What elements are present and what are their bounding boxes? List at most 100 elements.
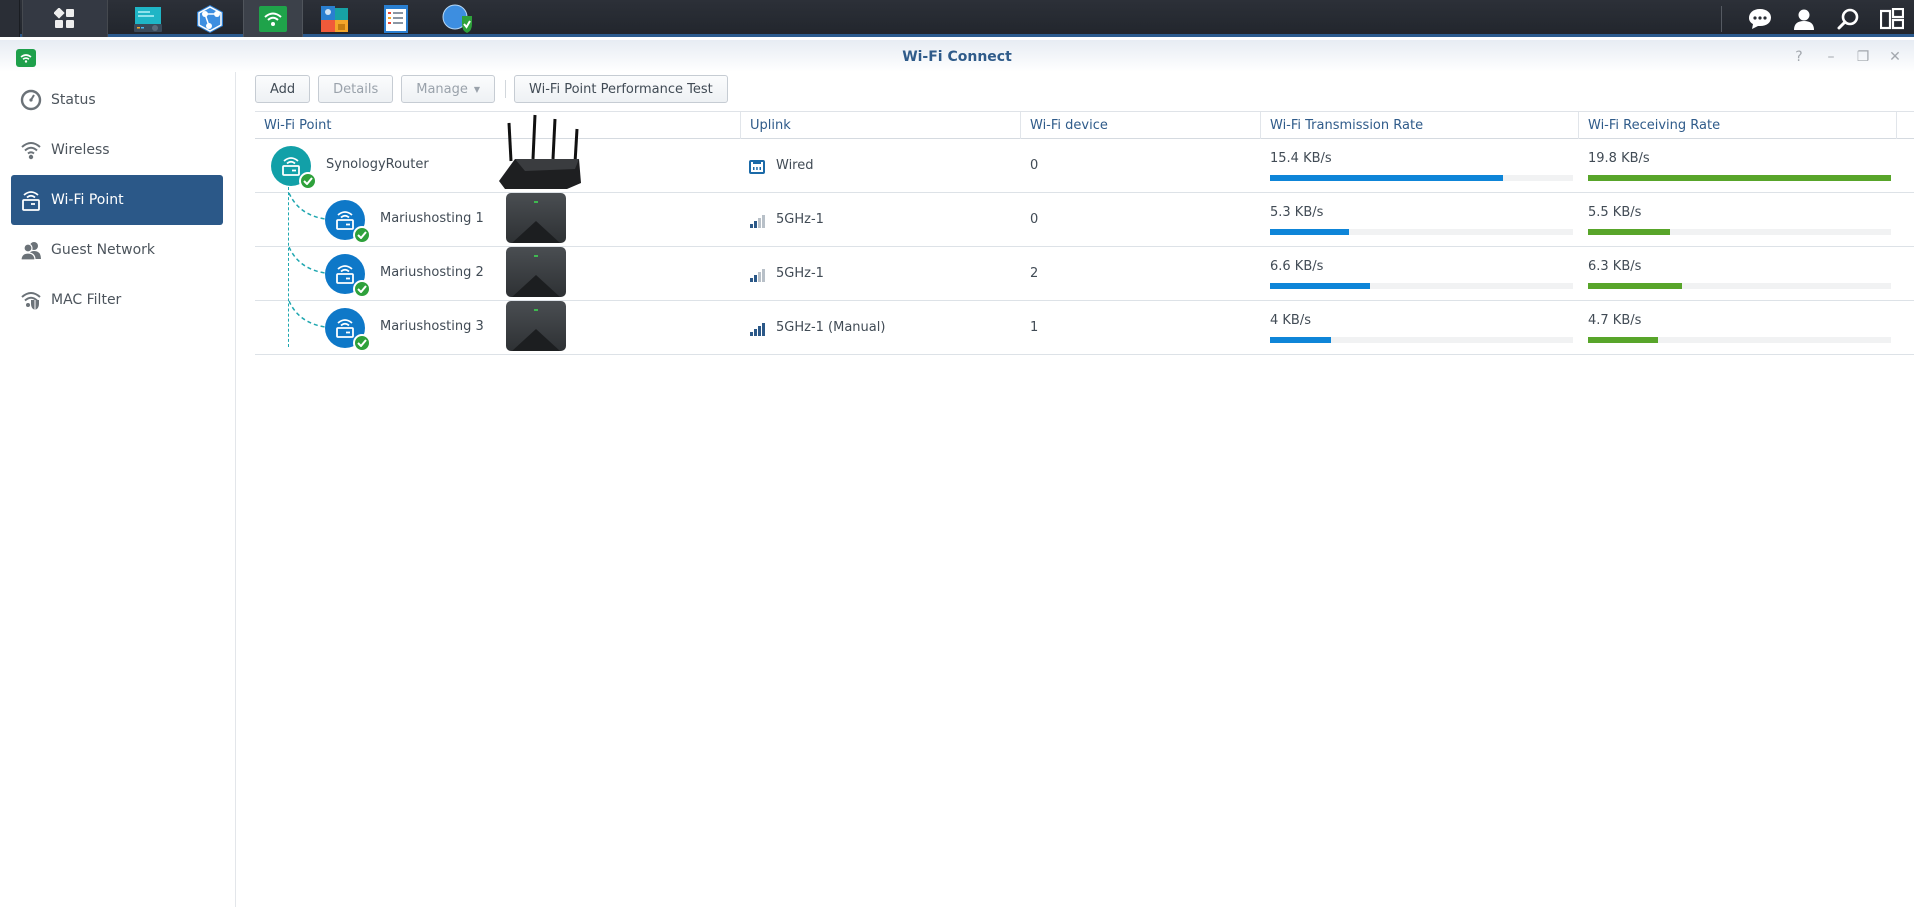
user-button[interactable] [1782, 0, 1826, 37]
uplink-value: 5GHz-1 (Manual) [776, 320, 886, 335]
taskbar-app-log-center[interactable] [366, 0, 426, 37]
close-button[interactable]: ✕ [1886, 49, 1904, 65]
details-button[interactable]: Details [318, 75, 394, 103]
performance-test-button[interactable]: Wi-Fi Point Performance Test [514, 75, 728, 103]
column-header-tx-rate[interactable]: Wi-Fi Transmission Rate [1261, 112, 1579, 139]
minimize-icon: – [1827, 49, 1835, 65]
window-header: Wi-Fi Connect ? – ❐ ✕ [0, 40, 1914, 72]
wifi-point-node-icon [325, 254, 371, 298]
sidebar-item-wireless[interactable]: Wireless [11, 125, 223, 175]
router-node-icon [271, 146, 317, 190]
tx-rate-cell: 5.3 KB/s [1270, 193, 1573, 246]
notifications-button[interactable] [1738, 0, 1782, 37]
tx-rate-bar-fill [1270, 174, 1504, 181]
status-ok-icon [353, 280, 371, 298]
signal-icon [749, 212, 767, 228]
uplink-cell: 5GHz-1 (Manual) [749, 301, 885, 354]
search-button[interactable] [1826, 0, 1870, 37]
rx-rate-value: 4.7 KB/s [1588, 312, 1642, 328]
column-header-uplink[interactable]: Uplink [741, 112, 1021, 139]
rx-rate-cell: 4.7 KB/s [1588, 301, 1891, 354]
tree-branch [289, 247, 326, 274]
tx-rate-bar [1270, 282, 1573, 289]
sidebar-item-mac-filter[interactable]: MAC Filter [11, 275, 223, 325]
router-device-image [495, 113, 585, 195]
help-button[interactable]: ? [1790, 49, 1808, 65]
main-menu-button[interactable] [22, 0, 108, 37]
wifi-point-icon [20, 189, 42, 211]
column-header-wifi-device[interactable]: Wi-Fi device [1021, 112, 1261, 139]
uplink-value: 5GHz-1 [776, 212, 824, 227]
restore-button[interactable]: ❐ [1854, 49, 1872, 65]
taskbar-app-safe-access[interactable] [305, 0, 365, 37]
uplink-cell: 5GHz-1 [749, 247, 824, 300]
uplink-cell: 5GHz-1 [749, 193, 824, 246]
manage-button[interactable]: Manage ▼ [401, 75, 496, 103]
restore-icon: ❐ [1856, 49, 1870, 65]
taskbar-app-topology[interactable] [180, 0, 240, 37]
uplink-cell: Wired [749, 139, 814, 192]
tx-rate-bar [1270, 336, 1573, 343]
toolbar: Add Details Manage ▼ Wi-Fi Point Perform… [255, 75, 736, 103]
wifi-point-name[interactable]: Mariushosting 1 [380, 211, 484, 226]
widgets-button[interactable] [1870, 0, 1914, 37]
taskbar-app-wifi-connect[interactable] [243, 0, 303, 37]
chevron-down-icon: ▼ [473, 84, 481, 94]
status-ok-icon [299, 172, 317, 190]
sidebar-item-label: Guest Network [51, 242, 156, 258]
show-desktop-button[interactable] [0, 0, 20, 37]
tx-rate-cell: 6.6 KB/s [1270, 247, 1573, 300]
network-topology-icon [197, 4, 223, 33]
table-row[interactable]: SynologyRouter Wired 0 15.4 KB/s 19.8 KB… [255, 114, 1914, 193]
wifi-connect-icon [259, 5, 287, 32]
table-row[interactable]: Mariushosting 2 5GHz-1 2 6.6 KB/s 6.3 KB… [255, 247, 1914, 301]
minimize-button[interactable]: – [1822, 49, 1840, 65]
widgets-icon [1880, 7, 1904, 29]
rx-rate-cell: 5.5 KB/s [1588, 193, 1891, 246]
tx-rate-value: 15.4 KB/s [1270, 150, 1332, 166]
add-button[interactable]: Add [255, 75, 311, 103]
taskbar-app-threat-prevention[interactable] [428, 0, 488, 37]
wifi-device-count: 2 [1030, 266, 1039, 281]
sidebar-item-label: MAC Filter [51, 292, 122, 308]
tx-rate-bar-fill [1270, 228, 1349, 235]
rx-rate-bar-fill [1588, 336, 1658, 343]
search-icon [1837, 8, 1859, 29]
sidebar-item-guest-network[interactable]: Guest Network [11, 225, 223, 275]
gauge-icon [20, 89, 42, 111]
table-row[interactable]: Mariushosting 3 5GHz-1 (Manual) 1 4 KB/s… [255, 301, 1914, 355]
mac-filter-icon [20, 289, 42, 311]
tx-rate-bar-fill [1270, 282, 1370, 289]
sidebar-item-label: Wi-Fi Point [51, 192, 124, 208]
signal-icon [749, 266, 767, 282]
tx-rate-value: 6.6 KB/s [1270, 258, 1324, 274]
wifi-point-name[interactable]: SynologyRouter [326, 157, 429, 172]
tx-rate-bar [1270, 228, 1573, 235]
taskbar-separator [1721, 5, 1722, 32]
grid-body: SynologyRouter Wired 0 15.4 KB/s 19.8 KB… [255, 114, 1914, 355]
column-header-rx-rate[interactable]: Wi-Fi Receiving Rate [1579, 112, 1897, 139]
sidebar-item-wifi-point[interactable]: Wi-Fi Point [11, 175, 223, 225]
rx-rate-bar [1588, 282, 1891, 289]
network-center-icon [134, 6, 162, 32]
threat-prevention-icon [442, 4, 472, 33]
help-icon: ? [1795, 49, 1803, 65]
wifi-point-name[interactable]: Mariushosting 2 [380, 265, 484, 280]
uplink-value: Wired [776, 158, 814, 173]
rx-rate-value: 6.3 KB/s [1588, 258, 1642, 274]
status-ok-icon [353, 226, 371, 244]
tx-rate-value: 4 KB/s [1270, 312, 1311, 328]
sidebar-item-status[interactable]: Status [11, 75, 223, 125]
taskbar-app-network-center[interactable] [118, 0, 178, 37]
tree-branch [289, 301, 326, 328]
rx-rate-value: 19.8 KB/s [1588, 150, 1650, 166]
wifi-point-node-icon [325, 308, 371, 352]
rx-rate-bar [1588, 174, 1891, 181]
wifi-point-name[interactable]: Mariushosting 3 [380, 319, 484, 334]
tree-branch [289, 193, 326, 220]
guest-users-icon [20, 239, 42, 261]
table-row[interactable]: Mariushosting 1 5GHz-1 0 5.3 KB/s 5.5 KB… [255, 193, 1914, 247]
manage-label: Manage [416, 81, 468, 97]
wifi-device-count: 1 [1030, 320, 1039, 335]
safe-access-icon [321, 5, 348, 32]
